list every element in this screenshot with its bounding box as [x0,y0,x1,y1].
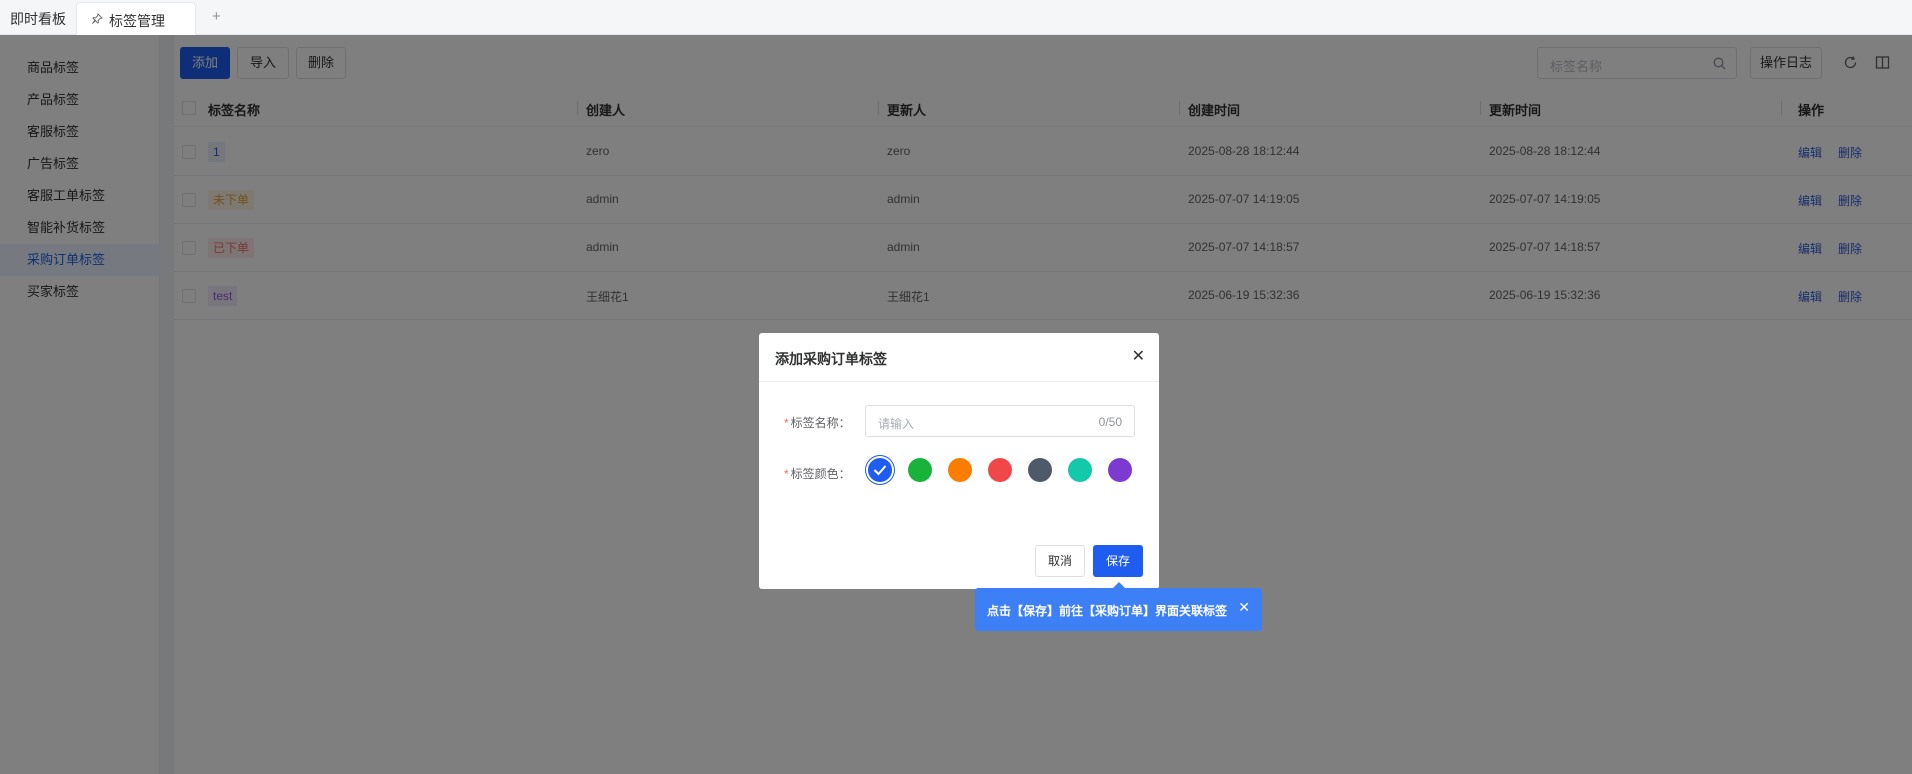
tag-color-label-text: 标签颜色： [790,467,851,481]
required-mark: * [784,416,789,430]
tab-label: 标签管理 [109,13,165,29]
dialog-title: 添加采购订单标签 [775,351,887,367]
tag-color-label: * 标签颜色： [784,465,851,482]
close-icon[interactable]: ✕ [1238,599,1250,616]
save-button[interactable]: 保存 [1093,545,1143,577]
tag-name-placeholder: 请输入 [878,417,915,431]
popover-arrow [1113,582,1125,588]
tab-home[interactable]: 即时看板 [10,9,66,29]
required-mark: * [784,467,789,481]
color-swatch-red[interactable] [988,458,1012,482]
color-swatch-orange[interactable] [948,458,972,482]
tab-tag-management[interactable]: 标签管理 [76,2,196,35]
add-tag-dialog: 添加采购订单标签 ✕ * 标签名称： 请输入 0/50 * 标签颜色： 取消 保存 [759,333,1159,589]
check-icon [873,465,887,476]
tag-name-label: * 标签名称： [784,414,851,431]
char-count: 0/50 [1098,415,1122,429]
add-tab-button[interactable]: + [212,8,221,25]
color-swatch-green[interactable] [908,458,932,482]
pin-icon[interactable] [91,13,103,25]
color-swatch-blue[interactable] [868,458,892,482]
tab-bar: 即时看板 标签管理 + [0,0,1912,35]
dialog-divider [759,381,1159,382]
tag-name-label-text: 标签名称： [790,416,851,430]
color-swatch-gray[interactable] [1028,458,1052,482]
tag-name-input[interactable]: 请输入 0/50 [865,405,1135,437]
popover-text: 点击【保存】前往【采购订单】界面关联标签 [987,604,1228,618]
close-icon[interactable]: ✕ [1132,346,1145,366]
color-swatch-purple[interactable] [1108,458,1132,482]
cancel-button[interactable]: 取消 [1035,545,1085,577]
save-hint-popover: 点击【保存】前往【采购订单】界面关联标签 ✕ [975,582,1262,631]
color-swatch-teal[interactable] [1068,458,1092,482]
